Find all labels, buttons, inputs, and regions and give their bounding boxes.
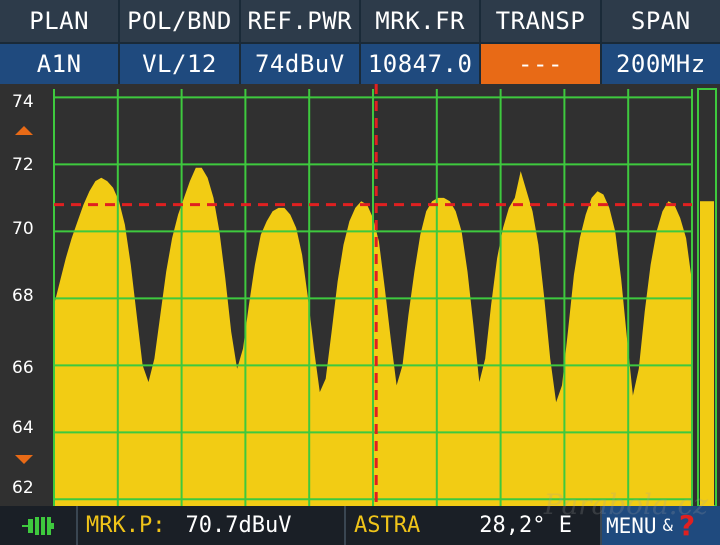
marker-power-label: MRK.P: [86, 513, 166, 538]
level-bar-fill [700, 201, 714, 506]
span-value[interactable]: 200MHz [601, 44, 720, 84]
signal-icon[interactable] [0, 506, 78, 545]
spectrum-plot[interactable]: 74 72 70 68 66 64 62 [0, 84, 720, 506]
marker-power: MRK.P: 70.7dBuV [78, 506, 346, 545]
status-bar: MRK.P: 70.7dBuV ASTRA 28,2° E MENU & ? P… [0, 488, 720, 545]
pol-bnd-label: POL/BND [120, 0, 241, 44]
mrk-fr-label: MRK.FR [360, 0, 482, 44]
plan-value[interactable]: A1N [0, 44, 121, 84]
marker-power-value: 70.7dBuV [185, 513, 292, 538]
pol-bnd-value[interactable]: VL/12 [120, 44, 241, 84]
spectrum-chart[interactable] [0, 84, 720, 506]
ref-pwr-value[interactable]: 74dBuV [240, 44, 361, 84]
ref-pwr-label: REF.PWR [240, 0, 361, 44]
satellite-name: ASTRA [354, 513, 421, 538]
transp-value[interactable]: --- [481, 44, 602, 84]
watermark: Parabola.cz [543, 488, 708, 521]
plan-label: PLAN [0, 0, 121, 44]
header-labels: PLAN POL/BND REF.PWR MRK.FR TRANSP SPAN [0, 0, 720, 44]
transp-label: TRANSP [481, 0, 602, 44]
mrk-fr-value[interactable]: 10847.0 [360, 44, 482, 84]
header-values: A1N VL/12 74dBuV 10847.0 --- 200MHz [0, 44, 720, 84]
span-label: SPAN [601, 0, 720, 44]
